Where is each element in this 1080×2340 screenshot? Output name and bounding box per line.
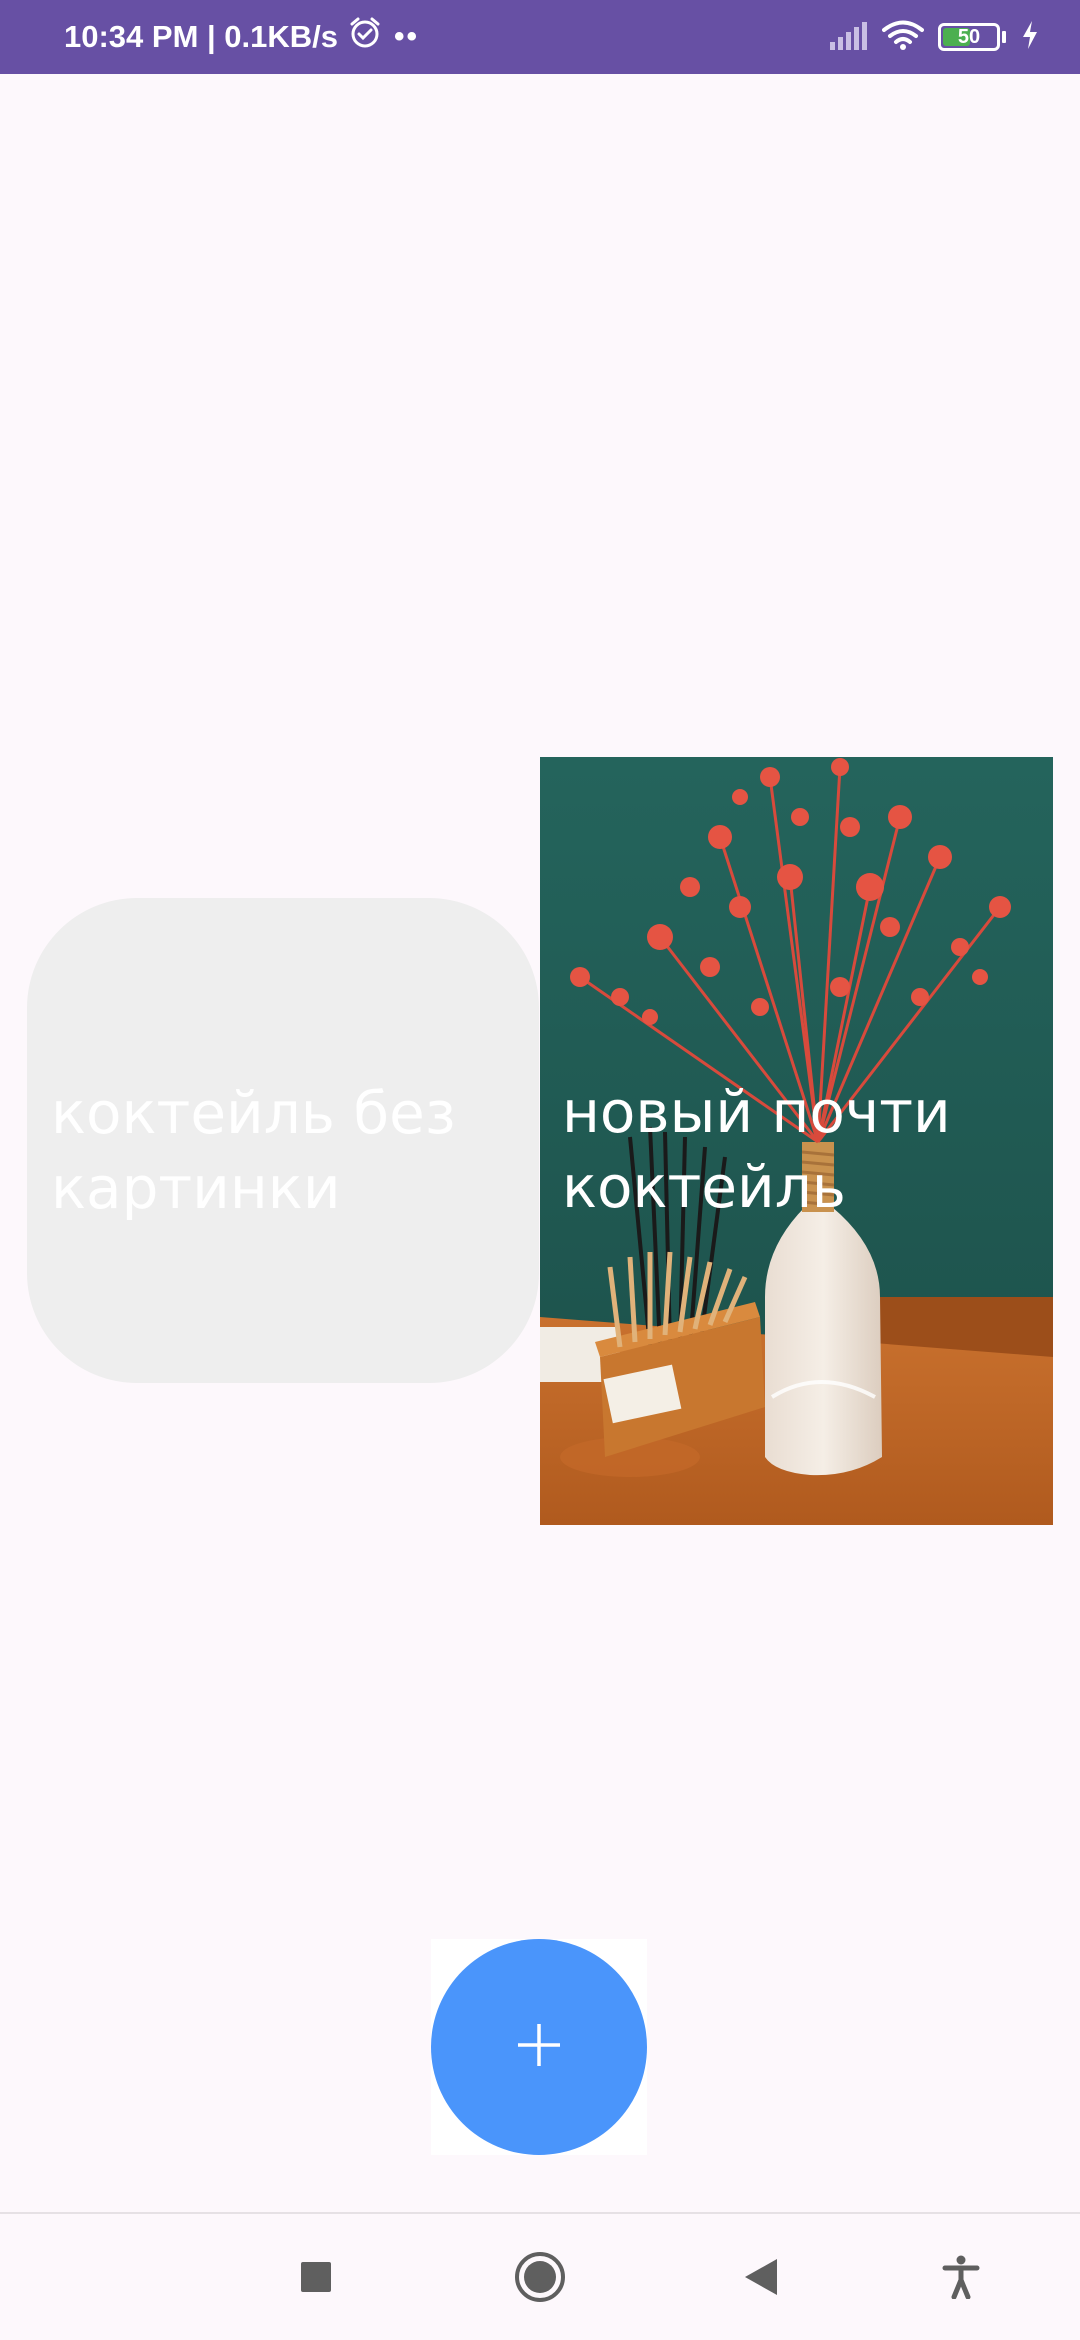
home-button[interactable]	[505, 2244, 575, 2314]
back-button[interactable]	[726, 2244, 796, 2314]
app-screen: 10:34 PM | 0.1KB/s •• 50 коктейль без ка…	[0, 0, 1080, 2340]
charging-icon	[1020, 20, 1040, 55]
signal-icon	[828, 20, 868, 55]
accessibility-icon	[941, 2255, 981, 2304]
status-bar: 10:34 PM | 0.1KB/s •• 50	[0, 0, 1080, 74]
alarm-icon	[348, 16, 382, 58]
back-triangle-icon	[743, 2257, 779, 2302]
battery-cap	[1002, 31, 1006, 43]
plus-icon	[516, 2022, 562, 2073]
battery-icon: 50	[938, 23, 1000, 51]
cocktail-card-title: новый почти коктейль	[562, 1078, 951, 1221]
status-time-speed: 10:34 PM | 0.1KB/s	[64, 19, 339, 54]
battery-level: 50	[957, 25, 981, 48]
wifi-icon	[882, 19, 924, 56]
status-left: 10:34 PM | 0.1KB/s ••	[64, 16, 419, 58]
add-cocktail-button[interactable]	[431, 1939, 647, 2155]
home-circle-icon	[514, 2251, 566, 2308]
cocktail-card-with-image[interactable]: новый почти коктейль	[540, 757, 1053, 1525]
notification-dots: ••	[394, 20, 420, 53]
accessibility-button[interactable]	[926, 2244, 996, 2314]
system-navigation-bar	[0, 2212, 1080, 2340]
status-right: 50	[828, 19, 1040, 56]
add-cocktail-button-container	[431, 1939, 647, 2155]
recents-square-icon	[300, 2261, 332, 2298]
cocktail-card-title: коктейль без картинки	[51, 1079, 456, 1222]
recents-button[interactable]	[281, 2244, 351, 2314]
cocktail-card-no-image[interactable]: коктейль без картинки	[27, 898, 539, 1383]
